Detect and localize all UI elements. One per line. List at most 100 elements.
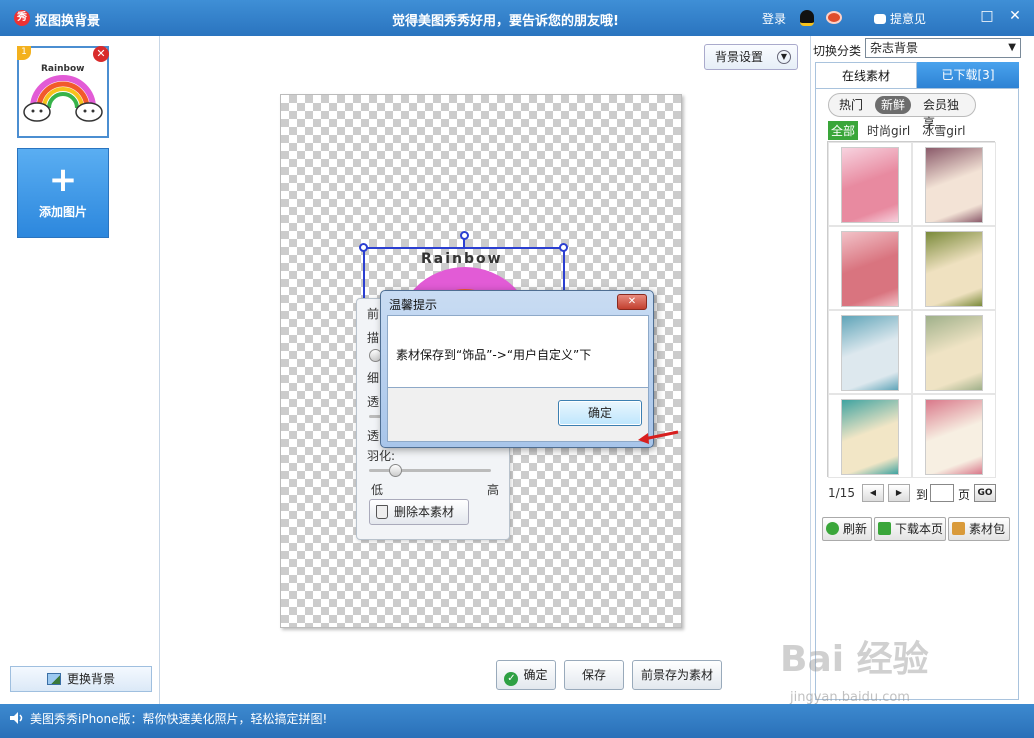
app-logo-icon: 秀 [14,10,30,26]
qq-icon[interactable] [800,10,814,26]
confirm-label: 确定 [523,668,548,682]
subtab-hot[interactable]: 热门 [833,96,869,114]
material-thumbnail [841,315,899,391]
material-pack-button[interactable]: 素材包 [948,517,1010,541]
editor-area: 背景设置 ▼ Rainbow 前 描 细 透 透 羽化: 低 高 删除本素材 温… [160,36,810,704]
online-materials-content: 热门 新鲜 会员独享 全部 时尚girl 冰雪girl 1/15 ◀ ▶ 到 页 G… [815,88,1019,700]
filter-ice-girl[interactable]: 冰雪girl [919,121,968,140]
rainbow-decoration-text: Rainbow [421,251,503,267]
tab-downloaded[interactable]: 已下载[3] [917,62,1019,88]
background-settings-label: 背景设置 [715,50,764,64]
window-title: 抠图换背景 [35,14,101,29]
material-item[interactable] [912,142,996,226]
page-label: 页 [958,488,971,502]
delete-material-label: 删除本素材 [394,505,455,519]
prop-label-5: 透 [367,429,380,443]
delete-material-button[interactable]: 删除本素材 [369,499,469,525]
material-thumbnail [925,399,983,475]
material-pack-label: 素材包 [969,522,1006,536]
image-list-panel: Rainbow 1 ✕ + 添加图片 更换背景 [8,36,160,704]
picture-icon [46,673,61,685]
subtab-new[interactable]: 新鲜 [875,96,912,114]
prop-label-4: 透 [367,395,380,409]
dropdown-arrow-icon: ▼ [1008,42,1016,53]
tip-dialog: 温馨提示 ✕ 素材保存到“饰品”->“用户自定义”下 确定 [380,290,654,448]
dialog-footer: 确定 [387,388,649,442]
red-arrow-icon [638,430,679,444]
filter-all[interactable]: 全部 [828,121,859,140]
material-item[interactable] [828,142,912,226]
remove-image-button[interactable]: ✕ [93,46,109,62]
dialog-title: 温馨提示 [389,298,438,312]
prev-page-button[interactable]: ◀ [862,484,884,502]
save-button[interactable]: 保存 [564,660,624,690]
feather-slider-knob[interactable] [389,464,402,477]
refresh-icon [826,522,839,535]
refresh-label: 刷新 [843,522,868,536]
material-thumbnail [841,231,899,307]
filter-fashion-girl[interactable]: 时尚girl [864,121,913,140]
material-thumbnail [925,231,983,307]
style-filters: 全部 时尚girl 冰雪girl [828,121,974,140]
feather-high-label: 高 [487,483,500,497]
background-settings-button[interactable]: 背景设置 ▼ [704,44,798,70]
baidu-watermark: Bai 经验 [780,639,929,680]
material-panel: 切换分类 杂志背景 ▼ 在线素材 已下载[3] 热门 新鲜 会员独享 全部 时尚g… [810,36,1026,704]
add-image-button[interactable]: + 添加图片 [17,148,109,238]
chevron-down-icon: ▼ [777,50,791,64]
speaker-icon [10,712,23,724]
refresh-button[interactable]: 刷新 [822,517,872,541]
prop-label-2: 描 [367,331,380,345]
change-background-button[interactable]: 更换背景 [10,666,152,692]
resize-handle-top-left[interactable] [359,243,368,252]
material-thumbnail [925,147,983,223]
material-item[interactable] [912,310,996,394]
subtab-vip[interactable]: 会员独享 [917,96,975,130]
package-icon [952,522,965,535]
download-page-label: 下载本页 [895,522,944,536]
dialog-ok-button[interactable]: 确定 [558,400,642,426]
confirm-button[interactable]: ✓ 确定 [496,660,556,690]
material-grid [827,141,996,478]
feedback-label: 提意见 [890,12,927,26]
maximize-button[interactable]: □ [980,9,994,24]
category-value: 杂志背景 [870,41,919,55]
go-button[interactable]: GO [974,484,996,502]
download-page-button[interactable]: 下载本页 [874,517,946,541]
save-foreground-as-material-button[interactable]: 前景存为素材 [632,660,722,690]
material-item[interactable] [912,226,996,310]
sort-subtabs: 热门 新鲜 会员独享 [828,93,976,130]
feather-slider-track[interactable] [369,469,491,472]
material-thumbnail [841,147,899,223]
material-item[interactable] [828,310,912,394]
resize-handle-top-right[interactable] [559,243,568,252]
material-item[interactable] [912,394,996,478]
baidu-watermark-url: jingyan.baidu.com [790,690,910,705]
category-select[interactable]: 杂志背景 ▼ [865,38,1021,58]
feather-low-label: 低 [371,483,384,497]
rotate-handle[interactable] [460,231,469,240]
page-number-input[interactable] [930,484,954,502]
chat-bubble-icon [874,14,886,24]
status-bar: 美图秀秀iPhone版：帮你快速美化照片，轻松搞定拼图! [0,704,1034,738]
dialog-close-button[interactable]: ✕ [617,294,647,310]
material-thumbnail [841,399,899,475]
feedback-link[interactable]: 提意见 [874,10,926,27]
prop-label-1: 前 [367,307,380,321]
image-thumbnail[interactable]: Rainbow 1 ✕ [17,46,109,138]
next-page-button[interactable]: ▶ [888,484,910,502]
status-text: 美图秀秀iPhone版：帮你快速美化照片，轻松搞定拼图! [30,712,328,726]
material-item[interactable] [828,394,912,478]
trash-icon [376,505,388,519]
weibo-icon[interactable] [826,11,842,24]
material-item[interactable] [828,226,912,310]
thumbnail-caption: Rainbow [41,64,85,74]
page-indicator: 1/15 [828,486,855,500]
change-background-label: 更换背景 [66,672,115,686]
material-thumbnail [925,315,983,391]
dialog-body: 素材保存到“饰品”->“用户自定义”下 [387,315,649,388]
login-link[interactable]: 登录 [762,10,786,27]
close-window-button[interactable]: ✕ [1008,9,1022,24]
rainbow-thumbnail-image [23,75,103,122]
tab-online-materials[interactable]: 在线素材 [815,62,917,88]
